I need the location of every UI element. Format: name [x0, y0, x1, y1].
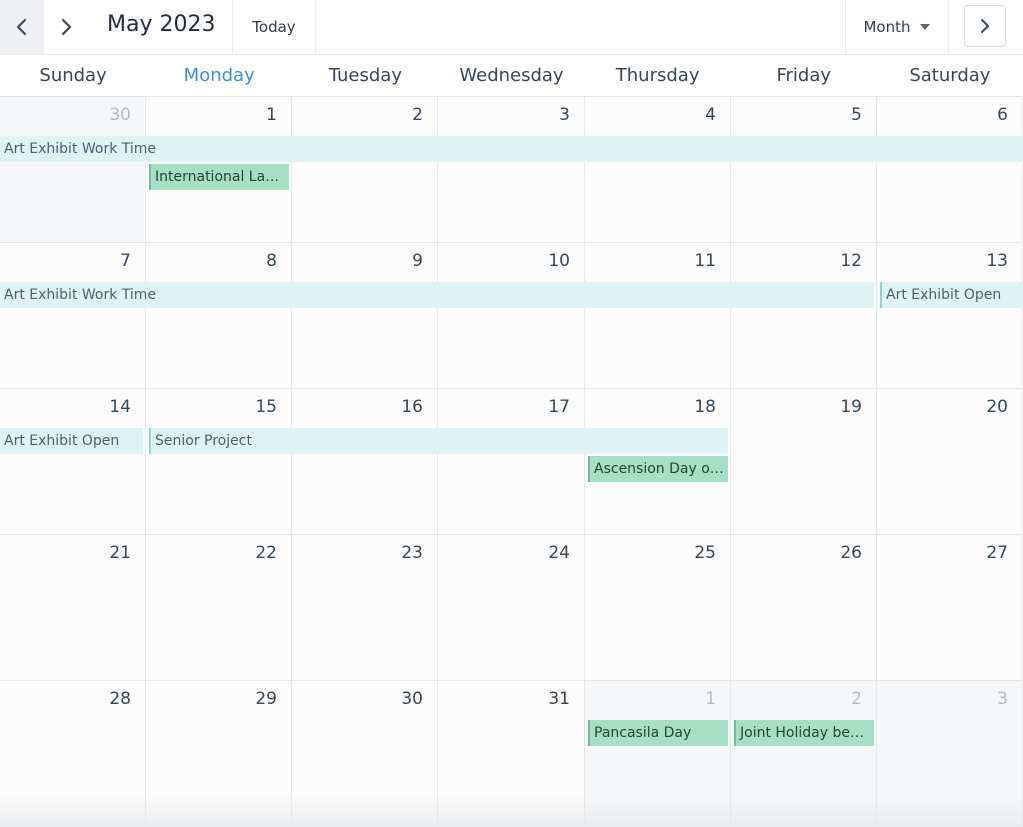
day-number: 26: [840, 543, 862, 563]
day-number: 29: [255, 689, 277, 709]
day-number: 9: [412, 251, 423, 271]
day-number: 1: [266, 105, 277, 125]
day-cell[interactable]: 23: [292, 535, 438, 681]
previous-month-button[interactable]: [0, 0, 44, 54]
day-cell[interactable]: 21: [0, 535, 146, 681]
day-number: 11: [694, 251, 716, 271]
day-number: 4: [705, 105, 716, 125]
day-cell[interactable]: 13: [877, 243, 1023, 389]
weekday-friday: Friday: [776, 65, 832, 86]
day-number: 17: [548, 397, 570, 417]
day-number: 30: [109, 105, 131, 125]
month-title: May 2023: [107, 12, 216, 37]
day-number: 18: [694, 397, 716, 417]
weekday-header-row: Sunday Monday Tuesday Wednesday Thursday…: [0, 54, 1023, 97]
day-number: 16: [401, 397, 423, 417]
forward-button[interactable]: [964, 5, 1006, 47]
day-number: 31: [548, 689, 570, 709]
day-number: 8: [266, 251, 277, 271]
day-cell[interactable]: 7: [0, 243, 146, 389]
view-selector[interactable]: Month: [845, 0, 949, 54]
holiday-event[interactable]: Ascension Day o…: [588, 456, 728, 482]
next-month-button[interactable]: [44, 0, 88, 54]
holiday-event[interactable]: Joint Holiday be…: [734, 720, 874, 746]
day-cell[interactable]: 3: [877, 681, 1023, 827]
caret-down-icon: [919, 24, 930, 30]
weekday-wednesday: Wednesday: [459, 65, 564, 86]
day-cell[interactable]: 9: [292, 243, 438, 389]
day-cell[interactable]: 30: [292, 681, 438, 827]
day-number: 3: [559, 105, 570, 125]
day-cell[interactable]: 1: [585, 681, 731, 827]
day-cell[interactable]: 12: [731, 243, 877, 389]
day-cell[interactable]: 20: [877, 389, 1023, 535]
weekday-monday: Monday: [183, 65, 255, 86]
day-cell[interactable]: 25: [585, 535, 731, 681]
weekday-tuesday: Tuesday: [328, 65, 402, 86]
day-cell[interactable]: 27: [877, 535, 1023, 681]
chevron-right-icon: [61, 18, 72, 36]
day-cell[interactable]: 31: [438, 681, 585, 827]
calendar-event[interactable]: Art Exhibit Open: [0, 428, 143, 454]
calendar-event[interactable]: Senior Project: [149, 428, 728, 454]
day-number: 22: [255, 543, 277, 563]
weekday-sunday: Sunday: [39, 65, 107, 86]
day-cell[interactable]: 5: [731, 97, 877, 243]
day-number: 25: [694, 543, 716, 563]
day-number: 21: [109, 543, 131, 563]
chevron-left-icon: [16, 18, 27, 36]
day-number: 13: [986, 251, 1008, 271]
calendar-event[interactable]: Art Exhibit Work Time: [0, 282, 874, 308]
day-cell[interactable]: 15: [146, 389, 292, 535]
day-number: 3: [997, 689, 1008, 709]
day-cell[interactable]: 16: [292, 389, 438, 535]
day-number: 20: [986, 397, 1008, 417]
day-number: 2: [851, 689, 862, 709]
day-cell[interactable]: 17: [438, 389, 585, 535]
day-number: 1: [705, 689, 716, 709]
weekday-saturday: Saturday: [909, 65, 991, 86]
day-cell[interactable]: 28: [0, 681, 146, 827]
day-number: 24: [548, 543, 570, 563]
day-cell[interactable]: 29: [146, 681, 292, 827]
day-cell[interactable]: 2: [731, 681, 877, 827]
chevron-right-icon: [981, 19, 989, 33]
month-grid: 30 1 2 3 4 5 6 Art Exhibit Work Time Internation…: [0, 97, 1023, 827]
day-cell[interactable]: 2: [292, 97, 438, 243]
day-number: 14: [109, 397, 131, 417]
day-number: 7: [120, 251, 131, 271]
day-number: 15: [255, 397, 277, 417]
weekday-thursday: Thursday: [615, 65, 700, 86]
day-number: 10: [548, 251, 570, 271]
day-cell[interactable]: 30: [0, 97, 146, 243]
day-cell[interactable]: 26: [731, 535, 877, 681]
day-cell[interactable]: 19: [731, 389, 877, 535]
day-cell[interactable]: 24: [438, 535, 585, 681]
today-button[interactable]: Today: [232, 0, 316, 54]
day-cell[interactable]: 10: [438, 243, 585, 389]
day-cell[interactable]: 6: [877, 97, 1023, 243]
calendar-event[interactable]: Art Exhibit Open: [880, 282, 1023, 308]
day-number: 5: [851, 105, 862, 125]
calendar-toolbar: May 2023 Today Month: [0, 0, 1023, 54]
day-number: 23: [401, 543, 423, 563]
day-cell[interactable]: 11: [585, 243, 731, 389]
day-number: 30: [401, 689, 423, 709]
day-number: 28: [109, 689, 131, 709]
calendar-event[interactable]: Art Exhibit Work Time: [0, 136, 1023, 162]
day-number: 6: [997, 105, 1008, 125]
holiday-event[interactable]: International La…: [149, 164, 289, 190]
day-number: 2: [412, 105, 423, 125]
day-cell[interactable]: 3: [438, 97, 585, 243]
day-cell[interactable]: 8: [146, 243, 292, 389]
day-number: 19: [840, 397, 862, 417]
view-selector-label: Month: [863, 18, 911, 36]
day-cell[interactable]: 14: [0, 389, 146, 535]
day-number: 12: [840, 251, 862, 271]
day-number: 27: [986, 543, 1008, 563]
day-cell[interactable]: 22: [146, 535, 292, 681]
day-cell[interactable]: 4: [585, 97, 731, 243]
holiday-event[interactable]: Pancasila Day: [588, 720, 728, 746]
